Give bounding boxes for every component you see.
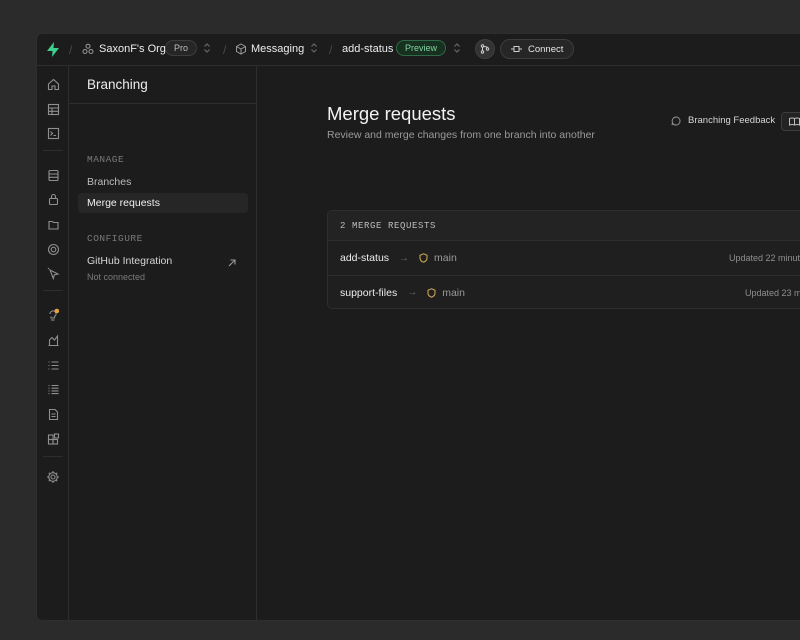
main-content: Merge requests Review and merge changes … — [257, 66, 800, 620]
divider — [69, 103, 256, 104]
edge-functions-icon[interactable] — [45, 241, 61, 257]
target-branch-label: main — [442, 286, 465, 299]
merge-request-row[interactable]: add-status → main Updated 22 minutes ago — [328, 241, 800, 275]
docs-page-icon[interactable] — [45, 406, 61, 422]
sql-editor-icon[interactable] — [45, 125, 61, 141]
feedback-label: Branching Feedback — [688, 115, 776, 126]
target-branch-label: main — [434, 252, 457, 264]
updated-time: Updated 23 minutes ago — [745, 287, 800, 298]
docs-button[interactable] — [781, 112, 800, 131]
app-window: / SaxonF's Org Pro / Messaging / add-sta… — [36, 33, 800, 621]
source-branch: support-files — [340, 286, 398, 299]
arrow-right-icon: → — [407, 287, 418, 298]
advisors-icon[interactable] — [45, 307, 61, 323]
branch-preview-badge: Preview — [396, 40, 447, 56]
settings-gear-icon[interactable] — [45, 469, 61, 485]
arrow-right-icon: → — [399, 252, 410, 264]
realtime-icon[interactable] — [45, 265, 61, 281]
source-branch: add-status — [340, 252, 390, 264]
protected-shield-icon — [427, 287, 436, 298]
logo-icon[interactable] — [46, 42, 60, 57]
logs-icon[interactable] — [45, 357, 61, 373]
branching-sidebar: Branching MANAGE Branches Merge requests… — [69, 66, 257, 620]
project-name[interactable]: Messaging — [251, 43, 304, 55]
section-heading-manage: MANAGE — [87, 154, 125, 165]
branching-feedback-button[interactable]: Branching Feedback — [671, 115, 775, 126]
icon-rail — [37, 66, 69, 620]
breadcrumb-separator: / — [69, 43, 73, 57]
top-bar: / SaxonF's Org Pro / Messaging / add-sta… — [37, 34, 800, 66]
target-branch: main — [427, 287, 465, 299]
integrations-icon[interactable] — [45, 431, 61, 447]
sidebar-item-github-integration[interactable]: GitHub Integration — [87, 255, 172, 267]
rail-divider — [43, 456, 63, 457]
sidebar-item-merge-requests[interactable]: Merge requests — [78, 193, 248, 213]
page-title: Merge requests — [327, 103, 456, 124]
project-switcher-chevron-icon[interactable] — [310, 42, 318, 54]
branch-name[interactable]: add-status — [342, 43, 393, 55]
updated-time: Updated 22 minutes ago — [729, 253, 800, 263]
branch-switcher-chevron-icon[interactable] — [453, 42, 461, 54]
rail-divider — [43, 290, 63, 291]
breadcrumb-separator: / — [223, 43, 227, 57]
storage-icon[interactable] — [45, 216, 61, 232]
branching-button[interactable] — [475, 39, 495, 59]
chat-bubble-icon — [671, 115, 681, 125]
sidebar-title: Branching — [87, 77, 148, 92]
rail-divider — [43, 150, 63, 151]
sidebar-item-label: Merge requests — [87, 197, 160, 209]
auth-lock-icon[interactable] — [45, 191, 61, 207]
external-link-arrow-icon[interactable] — [227, 255, 237, 273]
section-heading-configure: CONFIGURE — [87, 233, 143, 244]
book-icon — [789, 117, 800, 126]
target-branch: main — [419, 252, 457, 264]
connect-button[interactable]: Connect — [500, 39, 575, 59]
table-editor-icon[interactable] — [45, 101, 61, 117]
sidebar-item-branches[interactable]: Branches — [78, 172, 248, 192]
connect-label: Connect — [528, 43, 564, 55]
git-branch-icon — [480, 44, 490, 54]
merge-requests-card: 2 MERGE REQUESTS add-status → main Updat… — [327, 210, 800, 309]
merge-request-row[interactable]: support-files → main Updated 23 minutes … — [328, 275, 800, 308]
plug-icon — [511, 46, 522, 52]
github-status-text: Not connected — [87, 272, 146, 282]
api-docs-list-icon[interactable] — [45, 381, 61, 397]
breadcrumb-separator: / — [329, 43, 333, 57]
database-icon[interactable] — [45, 167, 61, 183]
home-icon[interactable] — [45, 76, 61, 92]
org-name[interactable]: SaxonF's Org — [99, 43, 166, 55]
card-header: 2 MERGE REQUESTS — [328, 211, 800, 241]
page-subtitle: Review and merge changes from one branch… — [327, 129, 595, 141]
reports-icon[interactable] — [45, 332, 61, 348]
protected-shield-icon — [419, 253, 428, 263]
sidebar-item-label: Branches — [87, 176, 132, 188]
org-plan-badge: Pro — [165, 40, 198, 56]
project-box-icon — [235, 43, 247, 55]
org-switcher-chevron-icon[interactable] — [203, 42, 211, 54]
org-icon — [82, 43, 94, 55]
